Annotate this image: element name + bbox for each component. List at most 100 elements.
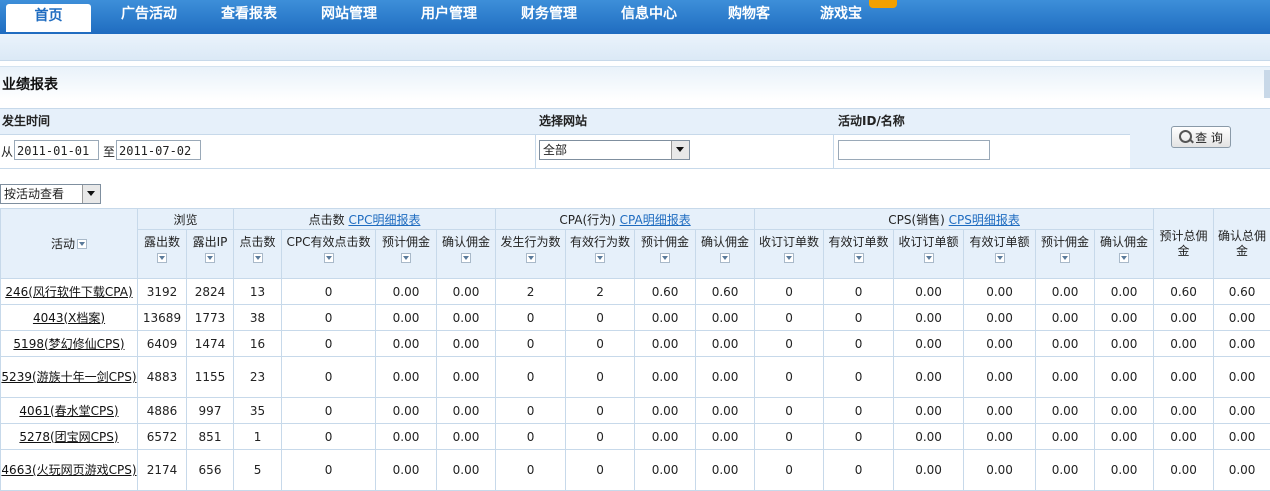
column-header[interactable]: 确认佣金 [437, 230, 496, 279]
table-cell: 0 [755, 398, 824, 424]
column-header[interactable]: 发生行为数 [496, 230, 566, 279]
sort-icon[interactable] [461, 253, 471, 263]
table-cell: 6572 [138, 424, 187, 450]
sort-icon[interactable] [205, 253, 215, 263]
sort-icon[interactable] [324, 253, 334, 263]
sort-icon[interactable] [1119, 253, 1129, 263]
column-header[interactable]: 点击数 [234, 230, 282, 279]
table-cell: 0.00 [894, 424, 964, 450]
sort-icon[interactable] [253, 253, 263, 263]
sort-icon[interactable] [401, 253, 411, 263]
column-header[interactable]: 有效订单额 [964, 230, 1036, 279]
subheader-row: 露出数露出IP点击数CPC有效点击数预计佣金确认佣金发生行为数有效行为数预计佣金… [1, 230, 1270, 279]
table-cell: 0.00 [1214, 450, 1270, 491]
activity-header[interactable]: 活动 [1, 209, 138, 279]
nav-tab-user-management[interactable]: 用户管理 [406, 0, 492, 30]
activity-cell: 5198(梦幻修仙CPS) [1, 331, 138, 357]
column-header[interactable]: 预计佣金 [1036, 230, 1095, 279]
table-cell: 0.00 [1154, 331, 1214, 357]
cpc-detail-link[interactable]: CPC明细报表 [348, 213, 420, 227]
cps-detail-link[interactable]: CPS明细报表 [949, 213, 1020, 227]
time-label: 发生时间 [0, 109, 535, 135]
table-cell: 0.00 [1036, 424, 1095, 450]
scrollbar[interactable] [1264, 70, 1270, 98]
table-cell: 0.00 [1095, 331, 1154, 357]
view-mode-select[interactable]: 按活动查看 [0, 184, 101, 204]
sort-icon[interactable] [157, 253, 167, 263]
nav-tab-site-management[interactable]: 网站管理 [306, 0, 392, 30]
column-header[interactable]: 收订订单数 [755, 230, 824, 279]
sort-icon[interactable] [1060, 253, 1070, 263]
end-date-input[interactable]: 2011-07-02 [116, 140, 201, 160]
column-header[interactable]: 确认佣金 [696, 230, 755, 279]
sort-icon[interactable] [660, 253, 670, 263]
column-header[interactable]: 有效行为数 [566, 230, 635, 279]
activity-cell: 4663(火玩网页游戏CPS) [1, 450, 138, 491]
cpa-detail-link[interactable]: CPA明细报表 [620, 213, 691, 227]
activity-link[interactable]: 5198(梦幻修仙CPS) [13, 337, 124, 351]
table-cell: 0.00 [894, 331, 964, 357]
column-header-label: 露出IP [193, 235, 228, 249]
activity-link[interactable]: 4061(春水堂CPS) [19, 404, 118, 418]
table-cell: 0.00 [1095, 305, 1154, 331]
column-header-label: 预计佣金 [641, 235, 689, 249]
sort-icon[interactable] [784, 253, 794, 263]
from-label: 从 [1, 143, 13, 160]
sort-icon[interactable] [720, 253, 730, 263]
group-browse-header: 浏览 [138, 209, 234, 230]
table-cell: 0.60 [635, 279, 696, 305]
column-header[interactable]: 预计佣金 [376, 230, 437, 279]
sort-icon[interactable] [995, 253, 1005, 263]
report-table: 活动 浏览 点击数 CPC明细报表 CPA(行为) CPA明细报表 CPS(销售… [0, 208, 1270, 491]
column-header[interactable]: 收订订单额 [894, 230, 964, 279]
column-header[interactable]: CPC有效点击数 [282, 230, 376, 279]
table-cell: 0.00 [376, 331, 437, 357]
table-cell: 0.00 [1095, 424, 1154, 450]
chevron-down-icon[interactable] [671, 141, 689, 159]
table-cell: 0 [566, 398, 635, 424]
sort-icon[interactable] [595, 253, 605, 263]
activity-link[interactable]: 246(风行软件下载CPA) [5, 285, 132, 299]
table-cell: 3192 [138, 279, 187, 305]
table-cell: 0.00 [964, 331, 1036, 357]
column-header[interactable]: 露出数 [138, 230, 187, 279]
sort-icon[interactable] [526, 253, 536, 263]
activity-link[interactable]: 5278(团宝网CPS) [19, 430, 118, 444]
activity-cell: 5239(游族十年一剑CPS) [1, 357, 138, 398]
activity-input[interactable] [838, 140, 990, 160]
table-cell: 23 [234, 357, 282, 398]
sort-icon[interactable] [854, 253, 864, 263]
nav-tab-game[interactable]: 游戏宝 [806, 0, 876, 30]
table-cell: 0 [496, 357, 566, 398]
nav-tab-finance[interactable]: 财务管理 [506, 0, 592, 30]
activity-link[interactable]: 5239(游族十年一剑CPS) [1, 370, 136, 384]
nav-tab-ad-campaigns[interactable]: 广告活动 [106, 0, 192, 30]
table-cell: 0.00 [376, 305, 437, 331]
start-date-input[interactable]: 2011-01-01 [14, 140, 99, 160]
column-header[interactable]: 露出IP [187, 230, 234, 279]
sort-icon[interactable] [77, 239, 87, 249]
nav-tab-home[interactable]: 首页 [6, 4, 91, 32]
table-cell: 0.00 [635, 450, 696, 491]
activity-link[interactable]: 4043(X档案) [33, 311, 105, 325]
table-cell: 0.00 [1154, 398, 1214, 424]
table-cell: 13 [234, 279, 282, 305]
column-header[interactable]: 预计佣金 [635, 230, 696, 279]
activity-cell: 246(风行软件下载CPA) [1, 279, 138, 305]
activity-cell: 5278(团宝网CPS) [1, 424, 138, 450]
nav-tab-info-center[interactable]: 信息中心 [606, 0, 692, 30]
query-button[interactable]: 查 询 [1171, 126, 1231, 148]
activity-cell: 4043(X档案) [1, 305, 138, 331]
nav-tab-view-reports[interactable]: 查看报表 [206, 0, 292, 30]
chevron-down-icon[interactable] [82, 185, 100, 203]
sort-icon[interactable] [924, 253, 934, 263]
nav-tab-shopping[interactable]: 购物客 [706, 0, 792, 30]
site-select[interactable]: 全部 [539, 140, 690, 160]
column-header[interactable]: 确认佣金 [1095, 230, 1154, 279]
table-cell: 0 [282, 450, 376, 491]
report-rows: 246(风行软件下载CPA)319228241300.000.00220.600… [1, 279, 1270, 491]
table-cell: 0.00 [894, 305, 964, 331]
activity-link[interactable]: 4663(火玩网页游戏CPS) [1, 463, 136, 477]
column-header[interactable]: 有效订单数 [824, 230, 894, 279]
table-cell: 0.00 [696, 450, 755, 491]
